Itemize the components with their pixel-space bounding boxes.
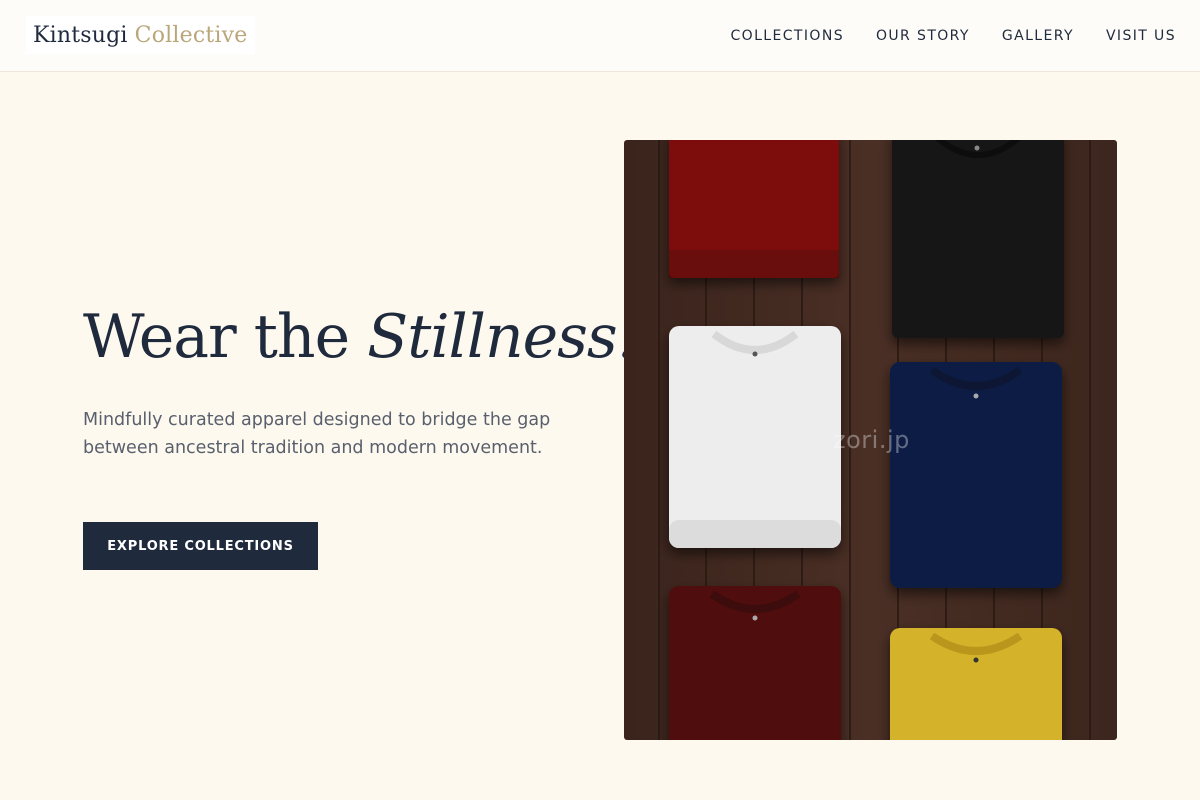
brand-logo[interactable]: Kintsugi Collective: [26, 16, 255, 54]
hero-title: Wear the Stillness.: [83, 302, 636, 372]
nav-gallery[interactable]: GALLERY: [1002, 28, 1074, 44]
navy-shirt: [890, 362, 1062, 588]
hero-title-plain: Wear the: [83, 302, 368, 372]
nav-our-story[interactable]: OUR STORY: [876, 28, 970, 44]
maroon-shirt: [669, 586, 841, 740]
black-shirt: [892, 140, 1064, 338]
hero-subtitle: Mindfully curated apparel designed to br…: [83, 410, 551, 458]
logo-word-2: Collective: [134, 22, 248, 48]
hero-title-italic: Stillness.: [367, 302, 636, 372]
white-shirt: [669, 326, 841, 548]
red-shirt: [669, 140, 839, 278]
nav-visit-us[interactable]: VISIT US: [1106, 28, 1176, 44]
image-watermark: zori.jp: [833, 426, 910, 454]
explore-collections-button[interactable]: EXPLORE COLLECTIONS: [83, 522, 318, 570]
main-nav: COLLECTIONS OUR STORY GALLERY VISIT US: [731, 0, 1177, 72]
logo-word-1: Kintsugi: [33, 22, 128, 48]
nav-collections[interactable]: COLLECTIONS: [731, 28, 844, 44]
yellow-shirt: [890, 628, 1062, 740]
site-header: Kintsugi Collective COLLECTIONS OUR STOR…: [0, 0, 1200, 72]
